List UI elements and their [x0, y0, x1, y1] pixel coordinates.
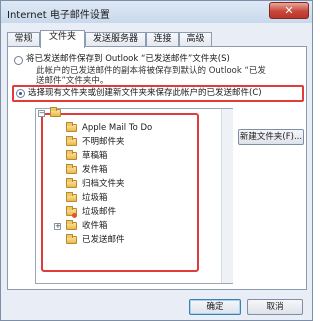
tree-item-label: 草稿箱 [82, 151, 108, 161]
tree-item[interactable]: Apple Mail To Do [36, 122, 206, 135]
tree-item[interactable]: + 收件箱 [36, 220, 206, 233]
folder-icon [66, 234, 77, 244]
folder-tree[interactable]: − Apple Mail To Do 不明邮件夹 草稿箱 发件箱 归档文件夹 垃… [35, 107, 233, 284]
tree-item[interactable]: 归档文件夹 [36, 178, 206, 191]
choose-folder-radio[interactable] [16, 89, 25, 98]
option1-label[interactable]: 将已发送邮件保存到 Outlook “已发送邮件”文件夹(S) [26, 54, 230, 65]
tree-item[interactable]: 不明邮件夹 [36, 136, 206, 149]
vertical-scrollbar[interactable] [221, 109, 233, 283]
tree-item[interactable]: 已发送邮件 [36, 234, 206, 247]
folder-icon [66, 220, 77, 230]
tab-strip: 常规 文件夹 发送服务器 连接 高级 [7, 30, 307, 48]
tree-item-label: 收件箱 [82, 221, 108, 231]
tree-item[interactable]: 草稿箱 [36, 150, 206, 163]
tree-item-label: Apple Mail To Do [82, 123, 153, 133]
new-folder-button[interactable]: 新建文件夹(F)... [238, 129, 304, 145]
close-button[interactable]: ✕ [269, 2, 309, 19]
folders-panel: 将已发送邮件保存到 Outlook “已发送邮件”文件夹(S) 此帐户的已发送邮… [7, 46, 307, 290]
folder-icon [66, 136, 77, 146]
cancel-button[interactable]: 取消 [247, 299, 303, 315]
tab-outgoing-server[interactable]: 发送服务器 [85, 32, 146, 47]
option2-label[interactable]: 选择现有文件夹或创建新文件夹来保存此帐户的已发送邮件(C) [28, 88, 262, 99]
tab-folders[interactable]: 文件夹 [40, 30, 85, 48]
junk-badge-icon [72, 213, 77, 218]
tree-item-label: 不明邮件夹 [82, 137, 125, 147]
folder-icon [66, 192, 77, 202]
tree-item-label: 发件箱 [82, 165, 108, 175]
tree-item[interactable]: 垃圾箱 [36, 192, 206, 205]
folder-icon [66, 178, 77, 188]
expand-icon[interactable]: + [54, 223, 61, 230]
tree-item[interactable]: 发件箱 [36, 164, 206, 177]
close-icon: ✕ [284, 4, 294, 17]
folder-icon [66, 164, 77, 174]
tab-general[interactable]: 常规 [7, 32, 40, 47]
folder-icon [66, 122, 77, 132]
tree-item-label: 垃圾箱 [82, 193, 108, 203]
save-to-sent-items-radio[interactable] [14, 56, 23, 65]
tab-connection[interactable]: 连接 [146, 32, 179, 47]
ok-button[interactable]: 确定 [189, 299, 241, 315]
email-settings-dialog: Internet 电子邮件设置 ✕ 常规 文件夹 发送服务器 连接 高级 将已发… [0, 0, 313, 321]
window-title: Internet 电子邮件设置 [7, 10, 110, 21]
tree-item[interactable]: 垃圾邮件 [36, 206, 206, 219]
root-folder-icon [50, 107, 61, 117]
tab-advanced[interactable]: 高级 [179, 32, 212, 47]
collapse-icon[interactable]: − [38, 110, 45, 117]
tree-item-label: 已发送邮件 [82, 235, 125, 245]
title-bar: Internet 电子邮件设置 ✕ [1, 1, 312, 23]
tree-item-label: 垃圾邮件 [82, 207, 117, 217]
folder-icon [66, 150, 77, 160]
tree-item-label: 归档文件夹 [82, 179, 125, 189]
